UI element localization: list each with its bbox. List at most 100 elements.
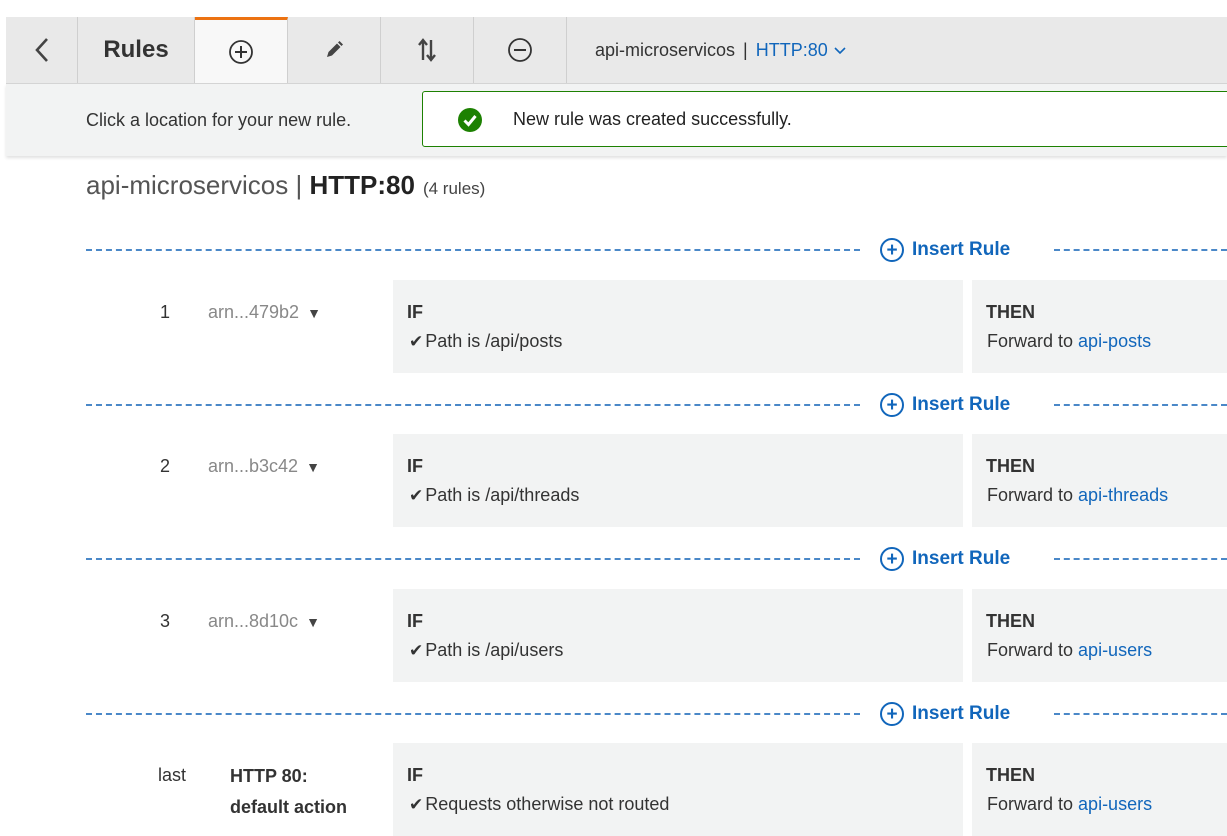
title-listener-name: api-microservicos [86,170,289,200]
default-action-label: HTTP 80: default action [230,761,347,823]
action-text: Forward to [987,794,1074,814]
check-circle-icon [458,108,482,132]
action-line: Forward to api-posts [987,331,1151,352]
divider [86,558,860,560]
caret-down-icon: ▼ [306,459,320,475]
then-label: THEN [986,456,1035,476]
reorder-rules-tab[interactable] [381,17,474,83]
insert-rule-slot: + Insert Rule [86,235,1227,265]
rule-arn: arn...479b2 [208,302,300,322]
notification-bar: Click a location for your new rule. New … [6,84,1227,156]
condition-text: Path is /api/posts [425,331,563,351]
delete-rules-tab[interactable] [474,17,567,83]
success-alert: New rule was created successfully. [422,91,1227,147]
rule-condition: IF ✔ Requests otherwise not routed [393,743,963,836]
insert-rule-button[interactable]: + Insert Rule [880,699,1010,729]
divider [1054,558,1227,560]
success-message: New rule was created successfully. [513,109,792,129]
action-line: Forward to api-threads [987,485,1168,506]
rule-row: 1 arn...479b2 ▼ IF ✔ Path is /api/posts TH… [86,280,1227,373]
rule-action: THEN Forward to api-users [972,743,1227,836]
action-line: Forward to api-users [987,794,1152,815]
condition-line: ✔ Path is /api/posts [409,331,562,352]
checkmark-icon: ✔ [409,641,424,660]
reorder-arrows-icon [418,38,436,62]
chevron-left-icon [34,38,48,62]
target-group-link[interactable]: api-users [1078,794,1152,814]
rule-arn-dropdown[interactable]: arn...8d10c ▼ [208,611,320,632]
caret-down-icon: ▼ [306,614,320,630]
condition-text: Path is /api/users [425,640,564,660]
edit-rules-tab[interactable] [288,17,381,83]
rule-condition: IF ✔ Path is /api/threads [393,434,963,527]
insert-rule-label: Insert Rule [912,394,1011,415]
rule-action: THEN Forward to api-threads [972,434,1227,527]
divider [86,249,860,251]
rule-action: THEN Forward to api-posts [972,280,1227,373]
insert-rule-button[interactable]: + Insert Rule [880,235,1010,265]
toolbar: Rules api-microservicos | HTTP:80 [6,17,1227,84]
rule-condition: IF ✔ Path is /api/users [393,589,963,682]
target-group-link[interactable]: api-users [1078,640,1152,660]
rule-arn: arn...b3c42 [208,456,299,476]
insert-rule-slot: + Insert Rule [86,699,1227,729]
insert-rule-button[interactable]: + Insert Rule [880,390,1010,420]
plus-circle-icon: + [880,393,904,417]
page-title: api-microservicos | HTTP:80 (4 rules) [86,170,485,201]
plus-circle-icon: + [880,702,904,726]
rule-priority: last [158,765,187,785]
if-label: IF [407,611,423,631]
rule-row: 3 arn...8d10c ▼ IF ✔ Path is /api/users TH… [86,589,1227,682]
action-text: Forward to [987,640,1074,660]
default-label-line2: default action [230,797,348,817]
rule-arn: arn...8d10c [208,611,299,631]
insert-rule-label: Insert Rule [912,548,1011,569]
action-text: Forward to [987,485,1074,505]
plus-circle-icon [229,39,253,64]
title-protocol: HTTP:80 [309,170,415,200]
divider [86,404,860,406]
rule-priority: 3 [160,611,171,631]
instruction-text: Click a location for your new rule. [86,110,352,130]
then-label: THEN [986,302,1035,322]
target-group-link[interactable]: api-threads [1078,485,1168,505]
default-label-line1: HTTP 80: [230,766,308,786]
if-label: IF [407,302,423,322]
condition-line: ✔ Path is /api/threads [409,485,579,506]
insert-rule-slot: + Insert Rule [86,390,1227,420]
if-label: IF [407,765,423,785]
plus-circle-icon: + [880,547,904,571]
pencil-icon [327,41,343,57]
then-label: THEN [986,765,1035,785]
caret-down-icon: ▼ [307,305,321,321]
rule-arn-dropdown[interactable]: arn...479b2 ▼ [208,302,321,323]
plus-circle-icon: + [880,238,904,262]
condition-text: Path is /api/threads [425,485,580,505]
listener-protocol: HTTP:80 [755,39,828,60]
listener-selector[interactable]: api-microservicos | HTTP:80 [567,17,1227,83]
rule-condition: IF ✔ Path is /api/posts [393,280,963,373]
listener-separator: | [743,39,748,60]
if-label: IF [407,456,423,476]
add-rules-tab[interactable] [195,17,288,83]
rule-arn-dropdown[interactable]: arn...b3c42 ▼ [208,456,320,477]
checkmark-icon: ✔ [409,486,424,505]
target-group-link[interactable]: api-posts [1078,331,1151,351]
insert-rule-label: Insert Rule [912,703,1011,724]
insert-rule-button[interactable]: + Insert Rule [880,544,1010,574]
checkmark-icon: ✔ [409,332,424,351]
rule-row: 2 arn...b3c42 ▼ IF ✔ Path is /api/threads … [86,434,1227,527]
rule-action: THEN Forward to api-users [972,589,1227,682]
divider [1054,404,1227,406]
action-text: Forward to [987,331,1074,351]
condition-line: ✔ Path is /api/users [409,640,563,661]
chevron-down-icon [834,43,846,58]
divider [1054,713,1227,715]
action-line: Forward to api-users [987,640,1152,661]
checkmark-icon: ✔ [409,795,424,814]
back-button[interactable] [6,17,78,83]
title-separator: | [295,170,303,200]
listener-name: api-microservicos [595,39,736,60]
minus-circle-icon [508,38,532,62]
default-rule-row: last HTTP 80: default action IF ✔ Request… [86,743,1227,836]
